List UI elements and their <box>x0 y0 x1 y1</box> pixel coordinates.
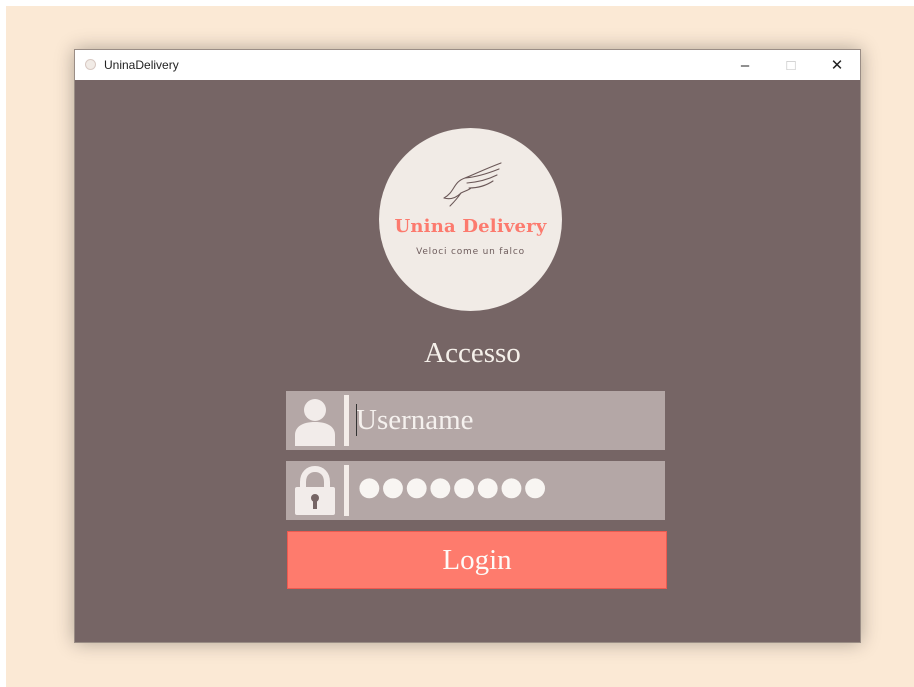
app-window: UninaDelivery – □ ✕ Unina Delivery Veloc… <box>74 49 861 643</box>
field-separator <box>344 395 349 446</box>
logo: Unina Delivery Veloci come un falco <box>379 128 562 311</box>
page-title: Accesso <box>424 337 521 369</box>
username-input[interactable] <box>356 395 656 445</box>
user-icon <box>295 399 335 446</box>
close-button[interactable]: ✕ <box>814 50 860 80</box>
lock-icon <box>295 466 335 515</box>
title-bar[interactable]: UninaDelivery – □ ✕ <box>75 50 860 80</box>
minimize-button[interactable]: – <box>722 50 768 80</box>
login-button[interactable]: Login <box>287 531 667 589</box>
logo-tagline: Veloci come un falco <box>416 247 525 257</box>
app-icon <box>85 59 96 70</box>
text-cursor <box>356 404 357 436</box>
logo-name: Unina Delivery <box>394 216 547 237</box>
password-field[interactable]: ●●●●●●●● <box>286 461 665 520</box>
maximize-button[interactable]: □ <box>768 50 814 80</box>
field-separator <box>344 465 349 516</box>
falcon-wing-icon <box>443 162 502 207</box>
login-panel: Unina Delivery Veloci come un falco Acce… <box>75 80 860 644</box>
password-input[interactable]: ●●●●●●●● <box>358 472 548 502</box>
window-title: UninaDelivery <box>104 58 179 72</box>
username-field[interactable] <box>286 391 665 450</box>
